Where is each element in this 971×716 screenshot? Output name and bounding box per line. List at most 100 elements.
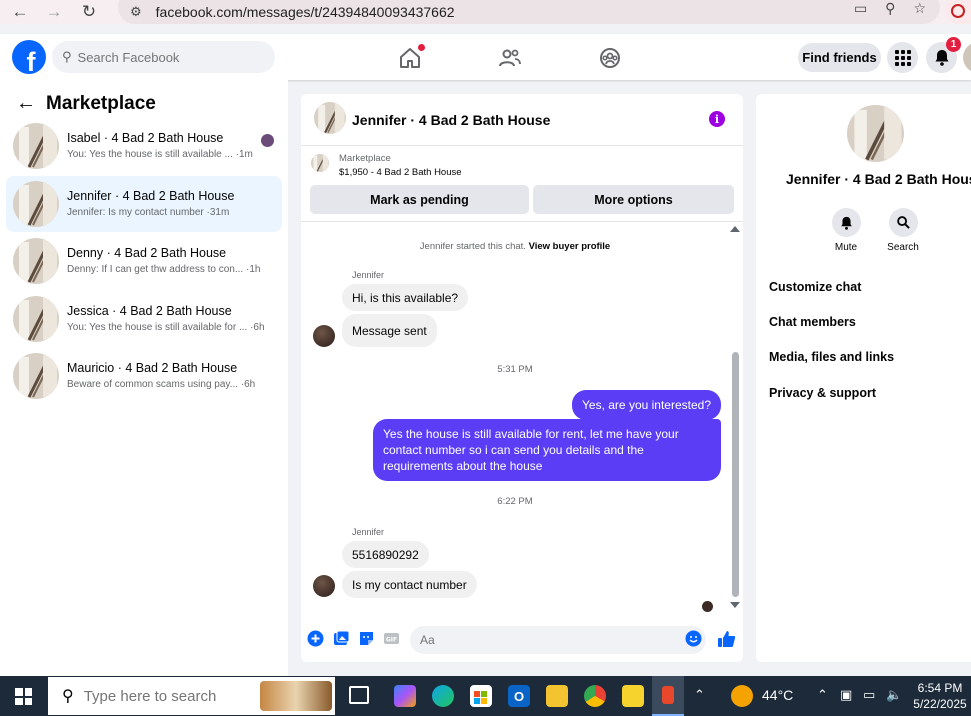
forward-arrow-icon[interactable]: → — [42, 0, 66, 24]
message-input[interactable] — [410, 626, 706, 654]
listing-price[interactable]: $1,950 - 4 Bad 2 Bath House — [339, 167, 462, 178]
mute-button[interactable]: Mute — [826, 208, 866, 253]
chrome-icon[interactable] — [584, 685, 606, 707]
conversation-snippet: Denny: If I can get thw address to con..… — [67, 264, 261, 275]
scroll-up-arrow-icon[interactable] — [730, 226, 740, 232]
taskbar-search-input[interactable] — [83, 687, 254, 705]
conversation-snippet: Beware of common scams using pay... ·6h — [67, 379, 256, 390]
back-arrow-icon[interactable]: ← — [8, 0, 32, 24]
address-bar[interactable]: ⚙ facebook.com/messages/t/24394840093437… — [118, 0, 940, 24]
home-icon[interactable] — [398, 44, 425, 70]
hidden-icons-chevron-icon[interactable]: ⌃ — [817, 687, 828, 703]
url-text: facebook.com/messages/t/2439484009343766… — [155, 4, 455, 20]
outgoing-message[interactable]: Yes, are you interested? — [572, 390, 721, 420]
incoming-message[interactable]: Message sent — [342, 314, 437, 347]
view-buyer-profile-link[interactable]: View buyer profile — [529, 241, 611, 252]
clock[interactable]: 6:54 PM 5/22/2025 — [912, 680, 968, 712]
search-icon — [888, 208, 918, 237]
scroll-down-arrow-icon[interactable] — [730, 602, 740, 608]
chat-details-panel: Jennifer · 4 Bad 2 Bath House Mute Searc… — [756, 94, 971, 662]
install-app-icon[interactable]: ▭ — [854, 0, 867, 17]
chat-title[interactable]: Jennifer · 4 Bad 2 Bath House — [352, 112, 550, 128]
find-friends-button[interactable]: Find friends — [798, 43, 881, 72]
zoom-icon[interactable]: ⚲ — [885, 0, 895, 17]
edge-browser-icon[interactable] — [432, 685, 454, 707]
task-view-icon[interactable] — [349, 686, 369, 704]
chat-members-link[interactable]: Chat members — [769, 315, 856, 329]
bell-icon — [831, 208, 861, 237]
plus-circle-icon[interactable] — [307, 630, 324, 647]
privacy-support-link[interactable]: Privacy & support — [769, 386, 876, 400]
conversation-item[interactable]: Jennifer · 4 Bad 2 Bath House Jennifer: … — [6, 176, 282, 232]
browser-toolbar: ← → ↻ ⚙ facebook.com/messages/t/24394840… — [0, 0, 971, 24]
chat-listing-thumbnail[interactable] — [314, 102, 346, 134]
file-explorer-icon[interactable] — [546, 685, 568, 707]
media-files-links-link[interactable]: Media, files and links — [769, 350, 894, 364]
menu-grid-icon[interactable] — [887, 42, 918, 73]
conversation-item[interactable]: Isabel · 4 Bad 2 Bath House You: Yes the… — [6, 118, 282, 174]
sender-avatar[interactable] — [313, 325, 335, 347]
customize-chat-link[interactable]: Customize chat — [769, 280, 861, 294]
windows-start-icon[interactable] — [15, 688, 32, 705]
search-box[interactable]: ⚲ — [52, 41, 275, 73]
search-highlight-icon[interactable] — [260, 681, 332, 711]
thumbs-up-icon[interactable] — [717, 630, 737, 647]
gif-icon[interactable]: GIF — [383, 630, 400, 647]
conversation-item[interactable]: Mauricio · 4 Bad 2 Bath House Beware of … — [6, 348, 282, 404]
conversation-name: Mauricio · 4 Bad 2 Bath House — [67, 361, 238, 375]
back-arrow-icon[interactable]: ← — [16, 92, 36, 115]
read-receipt-avatar — [261, 134, 274, 147]
sender-name: Jennifer — [352, 527, 385, 537]
friends-icon[interactable] — [498, 46, 522, 70]
system-tray-up-chevron-icon[interactable]: ⌃ — [694, 687, 705, 703]
details-listing-thumbnail — [847, 105, 904, 162]
conversation-name: Jennifer · 4 Bad 2 Bath House — [67, 189, 235, 203]
weather-temperature[interactable]: 44°C — [762, 687, 793, 703]
listing-mini-thumbnail — [311, 154, 329, 172]
message-scrollbar[interactable] — [732, 352, 739, 597]
page-title: Marketplace — [46, 92, 156, 114]
outlook-icon[interactable]: O — [508, 685, 530, 707]
search-icon: ⚲ — [62, 688, 74, 705]
info-icon[interactable]: i — [709, 111, 725, 127]
chat-start-text: Jennifer started this chat. — [419, 241, 526, 252]
active-app-icon[interactable] — [652, 676, 684, 716]
incoming-message[interactable]: Is my contact number — [342, 571, 477, 598]
listing-label: Marketplace — [339, 153, 391, 164]
incoming-message[interactable]: 5516890292 — [342, 541, 429, 568]
copilot-icon[interactable] — [394, 685, 416, 707]
timestamp: 5:31 PM — [497, 364, 533, 375]
notifications-bell-icon[interactable]: 1 — [926, 37, 961, 73]
search-button[interactable]: Search — [883, 208, 923, 253]
bookmark-star-icon[interactable]: ☆ — [913, 0, 926, 17]
marketplace-conversation-list: ← Marketplace Isabel · 4 Bad 2 Bath Hous… — [0, 80, 288, 676]
conversation-item[interactable]: Jessica · 4 Bad 2 Bath House You: Yes th… — [6, 291, 282, 347]
sender-avatar[interactable] — [313, 575, 335, 597]
network-icon[interactable]: ▣ — [840, 687, 852, 703]
conversation-item[interactable]: Denny · 4 Bad 2 Bath House Denny: If I c… — [6, 233, 282, 289]
sticky-notes-icon[interactable] — [622, 685, 644, 707]
browser-profile-icon[interactable] — [945, 0, 971, 24]
profile-avatar[interactable] — [963, 42, 971, 73]
details-name: Jennifer · 4 Bad 2 Bath House — [786, 171, 971, 187]
photo-icon[interactable] — [333, 630, 350, 647]
site-settings-icon[interactable]: ⚙ — [130, 4, 142, 20]
listing-thumbnail — [13, 353, 59, 399]
weather-icon[interactable] — [731, 685, 753, 707]
microsoft-store-icon[interactable] — [470, 685, 492, 707]
display-icon[interactable]: ▭ — [863, 687, 875, 703]
facebook-logo-icon[interactable]: f — [12, 40, 46, 74]
incoming-message[interactable]: Hi, is this available? — [342, 284, 469, 311]
reload-icon[interactable]: ↻ — [77, 0, 101, 24]
mark-as-pending-button[interactable]: Mark as pending — [310, 185, 529, 214]
sticker-icon[interactable] — [358, 630, 375, 647]
listing-thumbnail — [13, 123, 59, 169]
chat-header: Jennifer · 4 Bad 2 Bath House i — [301, 94, 743, 146]
groups-icon[interactable] — [598, 46, 622, 70]
outgoing-message[interactable]: Yes the house is still available for ren… — [373, 419, 721, 481]
more-options-button[interactable]: More options — [533, 185, 734, 214]
taskbar-search[interactable]: ⚲ — [48, 677, 335, 715]
volume-icon[interactable]: 🔈 — [886, 687, 902, 703]
search-input[interactable] — [77, 49, 258, 65]
emoji-icon[interactable] — [685, 630, 702, 647]
